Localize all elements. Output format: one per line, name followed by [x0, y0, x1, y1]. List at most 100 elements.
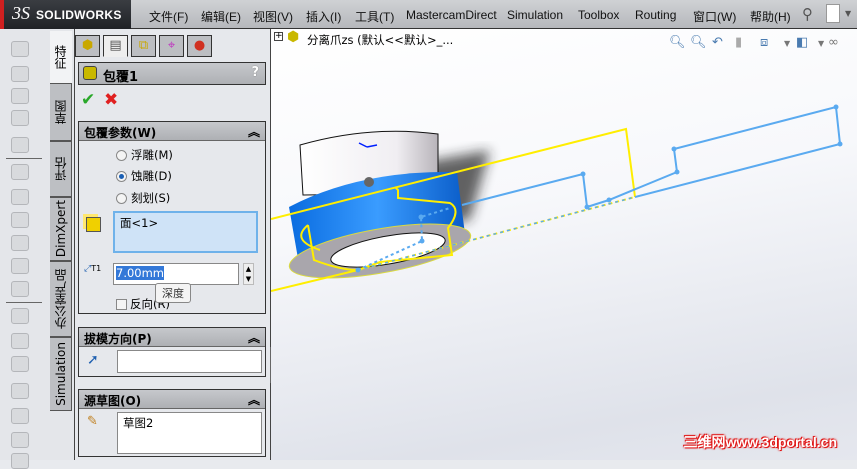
ds-logo-icon: 3S	[12, 3, 30, 23]
extrude-icon[interactable]	[11, 41, 29, 57]
wrap-icon[interactable]	[11, 432, 29, 448]
divider	[6, 302, 42, 303]
property-manager: ⬢ ▤ ⧉ ⌖ ● 包覆1 ? ✔ ✖ 包覆参数(W) ︽ 浮雕(M) 蚀雕(D)…	[74, 29, 271, 460]
menu-edit[interactable]: 编辑(E)	[201, 8, 241, 25]
collapse-icon[interactable]: ︽	[248, 329, 260, 346]
configuration-manager-tab[interactable]: ⧉	[131, 35, 156, 57]
dimxpert-manager-tab[interactable]: ⌖	[159, 35, 184, 57]
tab-features[interactable]: 特征	[50, 31, 72, 83]
rib-icon[interactable]	[11, 356, 29, 372]
solidworks-logo[interactable]: 3S SOLIDWORKS	[0, 0, 131, 29]
revolve-icon[interactable]	[11, 66, 29, 82]
sweep-icon[interactable]	[11, 88, 29, 104]
group-title: 拔模方向(P)	[84, 332, 152, 346]
depth-input[interactable]: 7.00mm	[113, 263, 239, 285]
model-view[interactable]	[271, 29, 857, 460]
wrap-feature-icon	[83, 66, 97, 80]
group-title: 包覆参数(W)	[84, 126, 157, 140]
shell-icon[interactable]	[11, 408, 29, 424]
group-title: 源草图(O)	[84, 394, 142, 408]
menu-insert[interactable]: 插入(I)	[306, 8, 341, 25]
boundary-icon[interactable]	[11, 137, 29, 153]
list-item: 面<1>	[120, 216, 159, 230]
source-sketch-group: 源草图(O) ︽ ✎ 草图2	[78, 389, 266, 457]
group-header[interactable]: 源草图(O) ︽	[79, 390, 265, 409]
collapse-icon[interactable]: ︽	[248, 391, 260, 408]
brand-name: SOLIDWORKS	[36, 8, 122, 22]
menu-mastercam[interactable]: MastercamDirect	[406, 8, 497, 22]
menu-simulation[interactable]: Simulation	[507, 8, 563, 22]
tab-office-products[interactable]: 办公室产品	[50, 261, 72, 337]
menu-window[interactable]: 窗口(W)	[693, 8, 736, 25]
group-header[interactable]: 拔模方向(P) ︽	[79, 328, 265, 347]
feature-title-bar: 包覆1 ?	[78, 62, 266, 85]
command-toolbar	[0, 29, 48, 469]
menu-help[interactable]: 帮助(H)	[750, 8, 791, 25]
lofted-cut-icon[interactable]	[11, 258, 29, 274]
wrap-parameters-group: 包覆参数(W) ︽ 浮雕(M) 蚀雕(D) 刻划(S) 面<1> ⤢T1 7.00…	[78, 121, 266, 314]
divider	[6, 158, 42, 159]
feature-manager-tab[interactable]: ⬢	[75, 35, 100, 57]
menu-view[interactable]: 视图(V)	[253, 8, 293, 25]
radio-emboss[interactable]: 浮雕(M)	[116, 147, 173, 163]
direction-arrow-icon: ➚	[87, 352, 99, 368]
tab-label: DimXpert	[53, 200, 68, 258]
swept-cut-icon[interactable]	[11, 235, 29, 251]
depth-value: 7.00mm	[116, 266, 165, 280]
extrude-cut-icon[interactable]	[11, 164, 29, 180]
radio-label: 蚀雕(D)	[131, 169, 172, 183]
chevron-down-icon[interactable]: ▼	[845, 9, 851, 18]
tab-label: 草图	[54, 100, 68, 124]
property-manager-tab[interactable]: ▤	[103, 35, 128, 57]
radio-scribe[interactable]: 刻划(S)	[116, 190, 170, 206]
help-button[interactable]: ?	[251, 65, 259, 80]
cancel-x-icon[interactable]: ✖	[104, 90, 118, 110]
intersect-icon[interactable]	[11, 453, 29, 469]
pin-icon[interactable]: ⚲	[802, 5, 813, 23]
depth-spinner[interactable]: ▲ ▼	[243, 263, 254, 285]
tab-evaluate[interactable]: 评估	[50, 141, 72, 197]
collapse-icon[interactable]: ︽	[248, 123, 260, 140]
face-selection-icon	[86, 217, 101, 232]
tab-sketch[interactable]: 草图	[50, 83, 72, 141]
tooltip: 深度	[155, 283, 191, 303]
tab-label: 特征	[53, 45, 67, 69]
hole-wizard-icon[interactable]	[11, 189, 29, 205]
depth-icon: ⤢T1	[84, 264, 102, 274]
boundary-cut-icon[interactable]	[11, 281, 29, 297]
face-selection-list[interactable]: 面<1>	[113, 211, 258, 253]
menu-tools[interactable]: 工具(T)	[355, 8, 394, 25]
source-sketch-list[interactable]: 草图2	[117, 412, 262, 454]
menu-routing[interactable]: Routing	[635, 8, 676, 22]
graphics-area[interactable]: + ⬢ 分离爪zs (默认<<默认>_... 🔍︎ 🔍︎ ↶ ▮ ⧈ ▼ ◧ ▼…	[271, 29, 857, 460]
radio-button[interactable]	[116, 149, 127, 161]
fillet-icon[interactable]	[11, 308, 29, 324]
display-manager-tab[interactable]: ●	[187, 35, 212, 57]
radio-button[interactable]	[116, 192, 127, 204]
ok-check-icon[interactable]: ✔	[81, 90, 95, 110]
draft-direction-input[interactable]	[117, 350, 262, 373]
menu-file[interactable]: 文件(F)	[149, 8, 188, 25]
tab-label: 办公室产品	[54, 269, 68, 329]
depth-icon-label: T1	[91, 264, 102, 273]
radio-label: 刻划(S)	[131, 191, 171, 205]
menu-bar: 3S SOLIDWORKS 文件(F) 编辑(E) 视图(V) 插入(I) 工具…	[0, 0, 857, 29]
tab-dimxpert[interactable]: DimXpert	[50, 197, 72, 261]
loft-icon[interactable]	[11, 110, 29, 126]
draft-direction-group: 拔模方向(P) ︽ ➚	[78, 327, 266, 377]
revolve-cut-icon[interactable]	[11, 212, 29, 228]
new-document-icon[interactable]	[826, 4, 840, 23]
draft-icon[interactable]	[11, 383, 29, 399]
tab-label: 评估	[54, 157, 68, 181]
menu-toolbox[interactable]: Toolbox	[578, 8, 619, 22]
group-header[interactable]: 包覆参数(W) ︽	[79, 122, 265, 141]
tab-simulation[interactable]: Simulation	[50, 337, 72, 411]
pattern-icon[interactable]	[11, 333, 29, 349]
list-item: 草图2	[123, 416, 154, 430]
sketch-pencil-icon: ✎	[87, 414, 98, 429]
checkbox[interactable]	[116, 298, 127, 310]
radio-button[interactable]	[116, 170, 127, 182]
feature-title: 包覆1	[103, 70, 139, 85]
radio-deboss[interactable]: 蚀雕(D)	[116, 168, 172, 184]
command-manager-tabs: 特征 草图 评估 DimXpert 办公室产品 Simulation	[48, 29, 74, 460]
